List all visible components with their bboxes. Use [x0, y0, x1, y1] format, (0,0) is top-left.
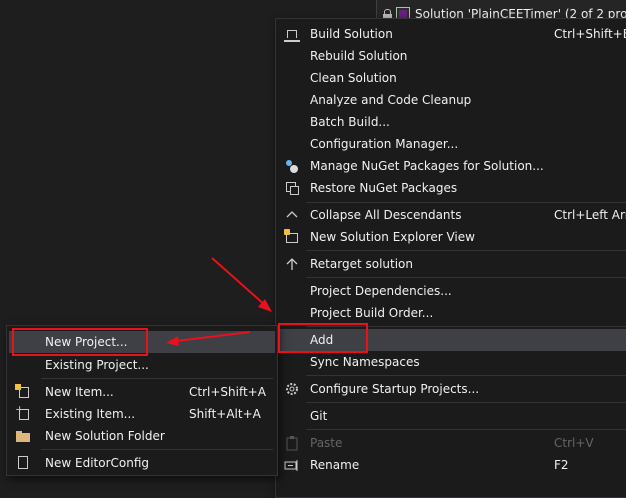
- annotation-arrows: [166, 257, 272, 346]
- annotation-arrow-to-add: [211, 257, 267, 307]
- annotation-arrow-to-new-project: [175, 331, 251, 342]
- annotation-arrowhead-new-project: [166, 336, 179, 346]
